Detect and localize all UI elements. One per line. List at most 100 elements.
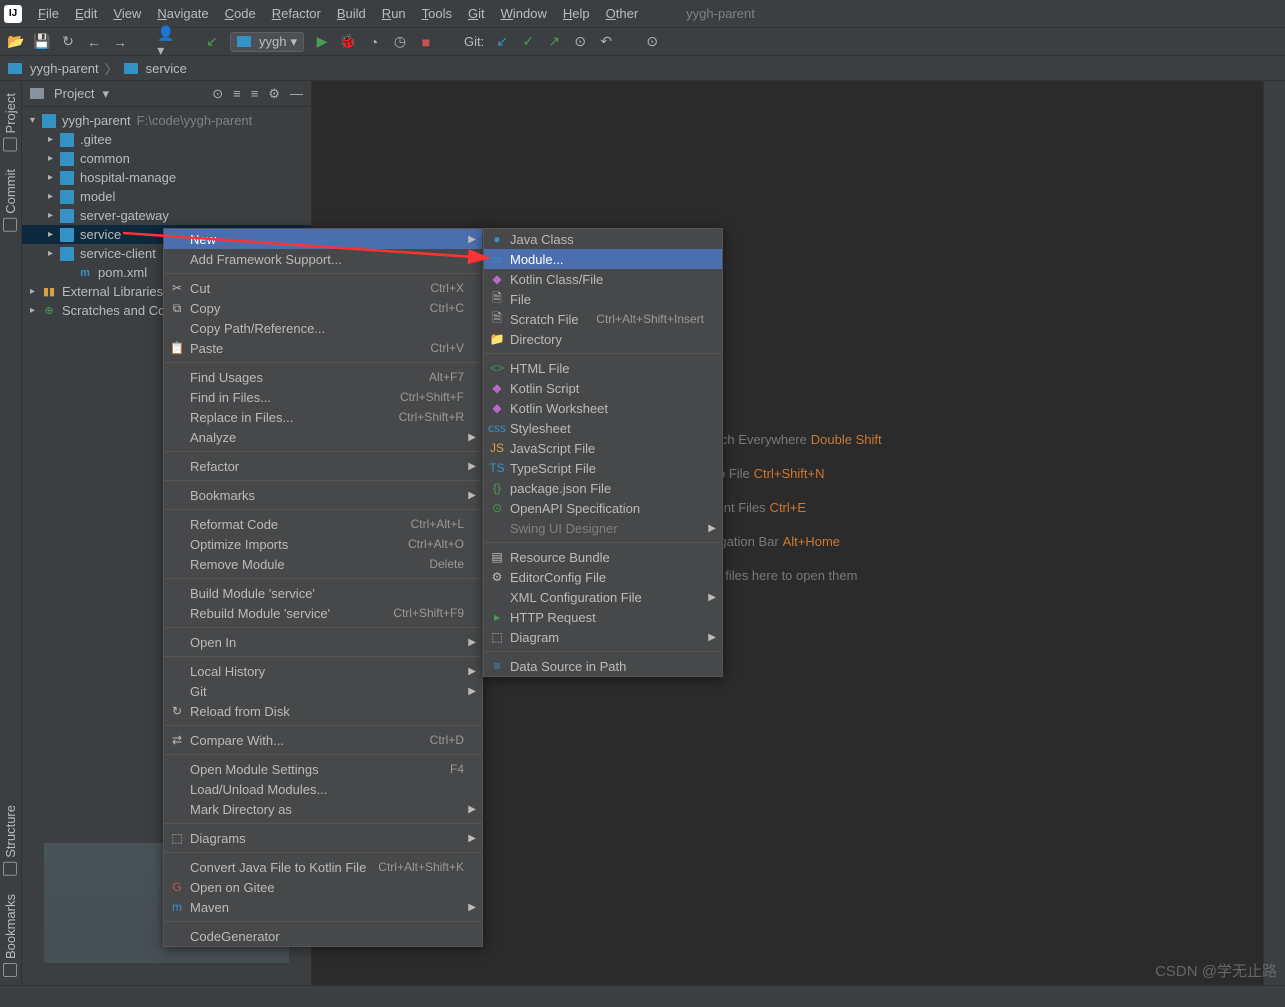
vcs-branch-icon[interactable]: ↙ <box>204 34 220 50</box>
menu-item-open-on-gitee[interactable]: GOpen on Gitee <box>164 877 482 897</box>
menu-item-kotlin-script[interactable]: ◆Kotlin Script <box>484 378 722 398</box>
menu-item-copy[interactable]: ⧉CopyCtrl+C <box>164 298 482 318</box>
menu-item-html-file[interactable]: <>HTML File <box>484 358 722 378</box>
menu-item-paste[interactable]: 📋PasteCtrl+V <box>164 338 482 358</box>
tab-bookmarks[interactable]: Bookmarks <box>1 886 20 985</box>
menu-item-http-request[interactable]: ▸HTTP Request <box>484 607 722 627</box>
back-icon[interactable]: ← <box>86 34 102 50</box>
select-opened-icon[interactable]: ⊙ <box>212 86 223 102</box>
menu-item-mark-directory-as[interactable]: Mark Directory as▶ <box>164 799 482 819</box>
hide-icon[interactable]: — <box>290 86 303 102</box>
menu-item-build-module-service[interactable]: Build Module 'service' <box>164 583 482 603</box>
menu-item-javascript-file[interactable]: JSJavaScript File <box>484 438 722 458</box>
menu-item-maven[interactable]: mMaven▶ <box>164 897 482 917</box>
tab-project[interactable]: Project <box>1 85 20 159</box>
tree-folder-model[interactable]: ▸model <box>22 187 311 206</box>
menu-window[interactable]: Window <box>493 2 555 25</box>
menu-item-scratch-file[interactable]: 🗎Scratch FileCtrl+Alt+Shift+Insert <box>484 309 722 329</box>
menu-item-remove-module[interactable]: Remove ModuleDelete <box>164 554 482 574</box>
menu-tools[interactable]: Tools <box>414 2 460 25</box>
menu-edit[interactable]: Edit <box>67 2 105 25</box>
menu-item-local-history[interactable]: Local History▶ <box>164 661 482 681</box>
breadcrumb-root[interactable]: yygh-parent <box>30 61 99 76</box>
menu-file[interactable]: File <box>30 2 67 25</box>
menu-item-open-in[interactable]: Open In▶ <box>164 632 482 652</box>
menu-item-resource-bundle[interactable]: ▤Resource Bundle <box>484 547 722 567</box>
menu-item-directory[interactable]: 📁Directory <box>484 329 722 349</box>
menu-item-replace-in-files[interactable]: Replace in Files...Ctrl+Shift+R <box>164 407 482 427</box>
menu-item-find-in-files[interactable]: Find in Files...Ctrl+Shift+F <box>164 387 482 407</box>
menu-item-refactor[interactable]: Refactor▶ <box>164 456 482 476</box>
menu-item-reload-from-disk[interactable]: ↻Reload from Disk <box>164 701 482 721</box>
expand-icon[interactable]: ≡ <box>233 86 241 102</box>
menu-item-data-source-in-path[interactable]: ≡Data Source in Path <box>484 656 722 676</box>
git-history-icon[interactable]: ⊙ <box>572 34 588 50</box>
menu-item-codegenerator[interactable]: CodeGenerator <box>164 926 482 946</box>
tree-folder-server-gateway[interactable]: ▸server-gateway <box>22 206 311 225</box>
menu-item-file[interactable]: 🗎File <box>484 289 722 309</box>
save-icon[interactable]: 💾 <box>34 34 50 50</box>
run-config-selector[interactable]: yygh▾ <box>230 32 304 52</box>
menu-item-new[interactable]: New▶ <box>164 229 482 249</box>
menu-item-typescript-file[interactable]: TSTypeScript File <box>484 458 722 478</box>
profile-icon[interactable]: ◷ <box>392 34 408 50</box>
git-commit-icon[interactable]: ✓ <box>520 34 536 50</box>
menu-item-analyze[interactable]: Analyze▶ <box>164 427 482 447</box>
menu-view[interactable]: View <box>105 2 149 25</box>
navigation-bar[interactable]: yygh-parent 〉 service <box>0 56 1285 81</box>
menu-item-find-usages[interactable]: Find UsagesAlt+F7 <box>164 367 482 387</box>
menu-item-kotlin-class-file[interactable]: ◆Kotlin Class/File <box>484 269 722 289</box>
menu-run[interactable]: Run <box>374 2 414 25</box>
menu-item-bookmarks[interactable]: Bookmarks▶ <box>164 485 482 505</box>
menu-other[interactable]: Other <box>598 2 647 25</box>
coverage-icon[interactable]: ◔ <box>366 34 382 50</box>
menu-navigate[interactable]: Navigate <box>149 2 216 25</box>
menu-item-open-module-settings[interactable]: Open Module SettingsF4 <box>164 759 482 779</box>
breadcrumb-service[interactable]: service <box>146 61 187 76</box>
menu-git[interactable]: Git <box>460 2 493 25</box>
menu-item-package-json-file[interactable]: {}package.json File <box>484 478 722 498</box>
user-icon[interactable]: 👤▾ <box>158 34 174 50</box>
menu-item-stylesheet[interactable]: cssStylesheet <box>484 418 722 438</box>
stop-icon[interactable]: ■ <box>418 34 434 50</box>
tree-root[interactable]: ▾ yygh-parent F:\code\yygh-parent <box>22 111 311 130</box>
menu-item-copy-path-reference[interactable]: Copy Path/Reference... <box>164 318 482 338</box>
menu-item-diagram[interactable]: ⬚Diagram▶ <box>484 627 722 647</box>
debug-icon[interactable]: 🐞 <box>340 34 356 50</box>
sync-icon[interactable]: ↻ <box>60 34 76 50</box>
menu-item-java-class[interactable]: ●Java Class <box>484 229 722 249</box>
menu-item-openapi-specification[interactable]: ⊙OpenAPI Specification <box>484 498 722 518</box>
menu-item-xml-configuration-file[interactable]: XML Configuration File▶ <box>484 587 722 607</box>
menu-item-diagrams[interactable]: ⬚Diagrams▶ <box>164 828 482 848</box>
settings-icon[interactable]: ⚙ <box>268 86 280 102</box>
collapse-icon[interactable]: ≡ <box>251 86 259 102</box>
menu-item-cut[interactable]: ✂CutCtrl+X <box>164 278 482 298</box>
forward-icon[interactable]: → <box>112 34 128 50</box>
project-view-title[interactable]: Project <box>54 86 94 101</box>
tree-folder-hospital-manage[interactable]: ▸hospital-manage <box>22 168 311 187</box>
ide-updates-icon[interactable]: ⊙ <box>644 34 660 50</box>
menu-item-convert-java-file-to-kotlin-file[interactable]: Convert Java File to Kotlin FileCtrl+Alt… <box>164 857 482 877</box>
menu-item-module[interactable]: ▭Module... <box>484 249 722 269</box>
menu-item-load-unload-modules[interactable]: Load/Unload Modules... <box>164 779 482 799</box>
menu-item-kotlin-worksheet[interactable]: ◆Kotlin Worksheet <box>484 398 722 418</box>
run-icon[interactable]: ▶ <box>314 34 330 50</box>
menu-item-add-framework-support[interactable]: Add Framework Support... <box>164 249 482 269</box>
menu-item-git[interactable]: Git▶ <box>164 681 482 701</box>
menu-refactor[interactable]: Refactor <box>264 2 329 25</box>
menu-build[interactable]: Build <box>329 2 374 25</box>
menu-code[interactable]: Code <box>217 2 264 25</box>
menu-item-optimize-imports[interactable]: Optimize ImportsCtrl+Alt+O <box>164 534 482 554</box>
git-push-icon[interactable]: ↗ <box>546 34 562 50</box>
git-rollback-icon[interactable]: ↶ <box>598 34 614 50</box>
tab-commit[interactable]: Commit <box>1 161 20 240</box>
menu-help[interactable]: Help <box>555 2 598 25</box>
open-icon[interactable]: 📂 <box>8 34 24 50</box>
menu-item-compare-with[interactable]: ⇄Compare With...Ctrl+D <box>164 730 482 750</box>
menu-item-rebuild-module-service[interactable]: Rebuild Module 'service'Ctrl+Shift+F9 <box>164 603 482 623</box>
tab-structure[interactable]: Structure <box>1 797 20 884</box>
tree-folder-.gitee[interactable]: ▸.gitee <box>22 130 311 149</box>
menu-item-reformat-code[interactable]: Reformat CodeCtrl+Alt+L <box>164 514 482 534</box>
git-pull-icon[interactable]: ↙ <box>494 34 510 50</box>
menu-item-editorconfig-file[interactable]: ⚙EditorConfig File <box>484 567 722 587</box>
